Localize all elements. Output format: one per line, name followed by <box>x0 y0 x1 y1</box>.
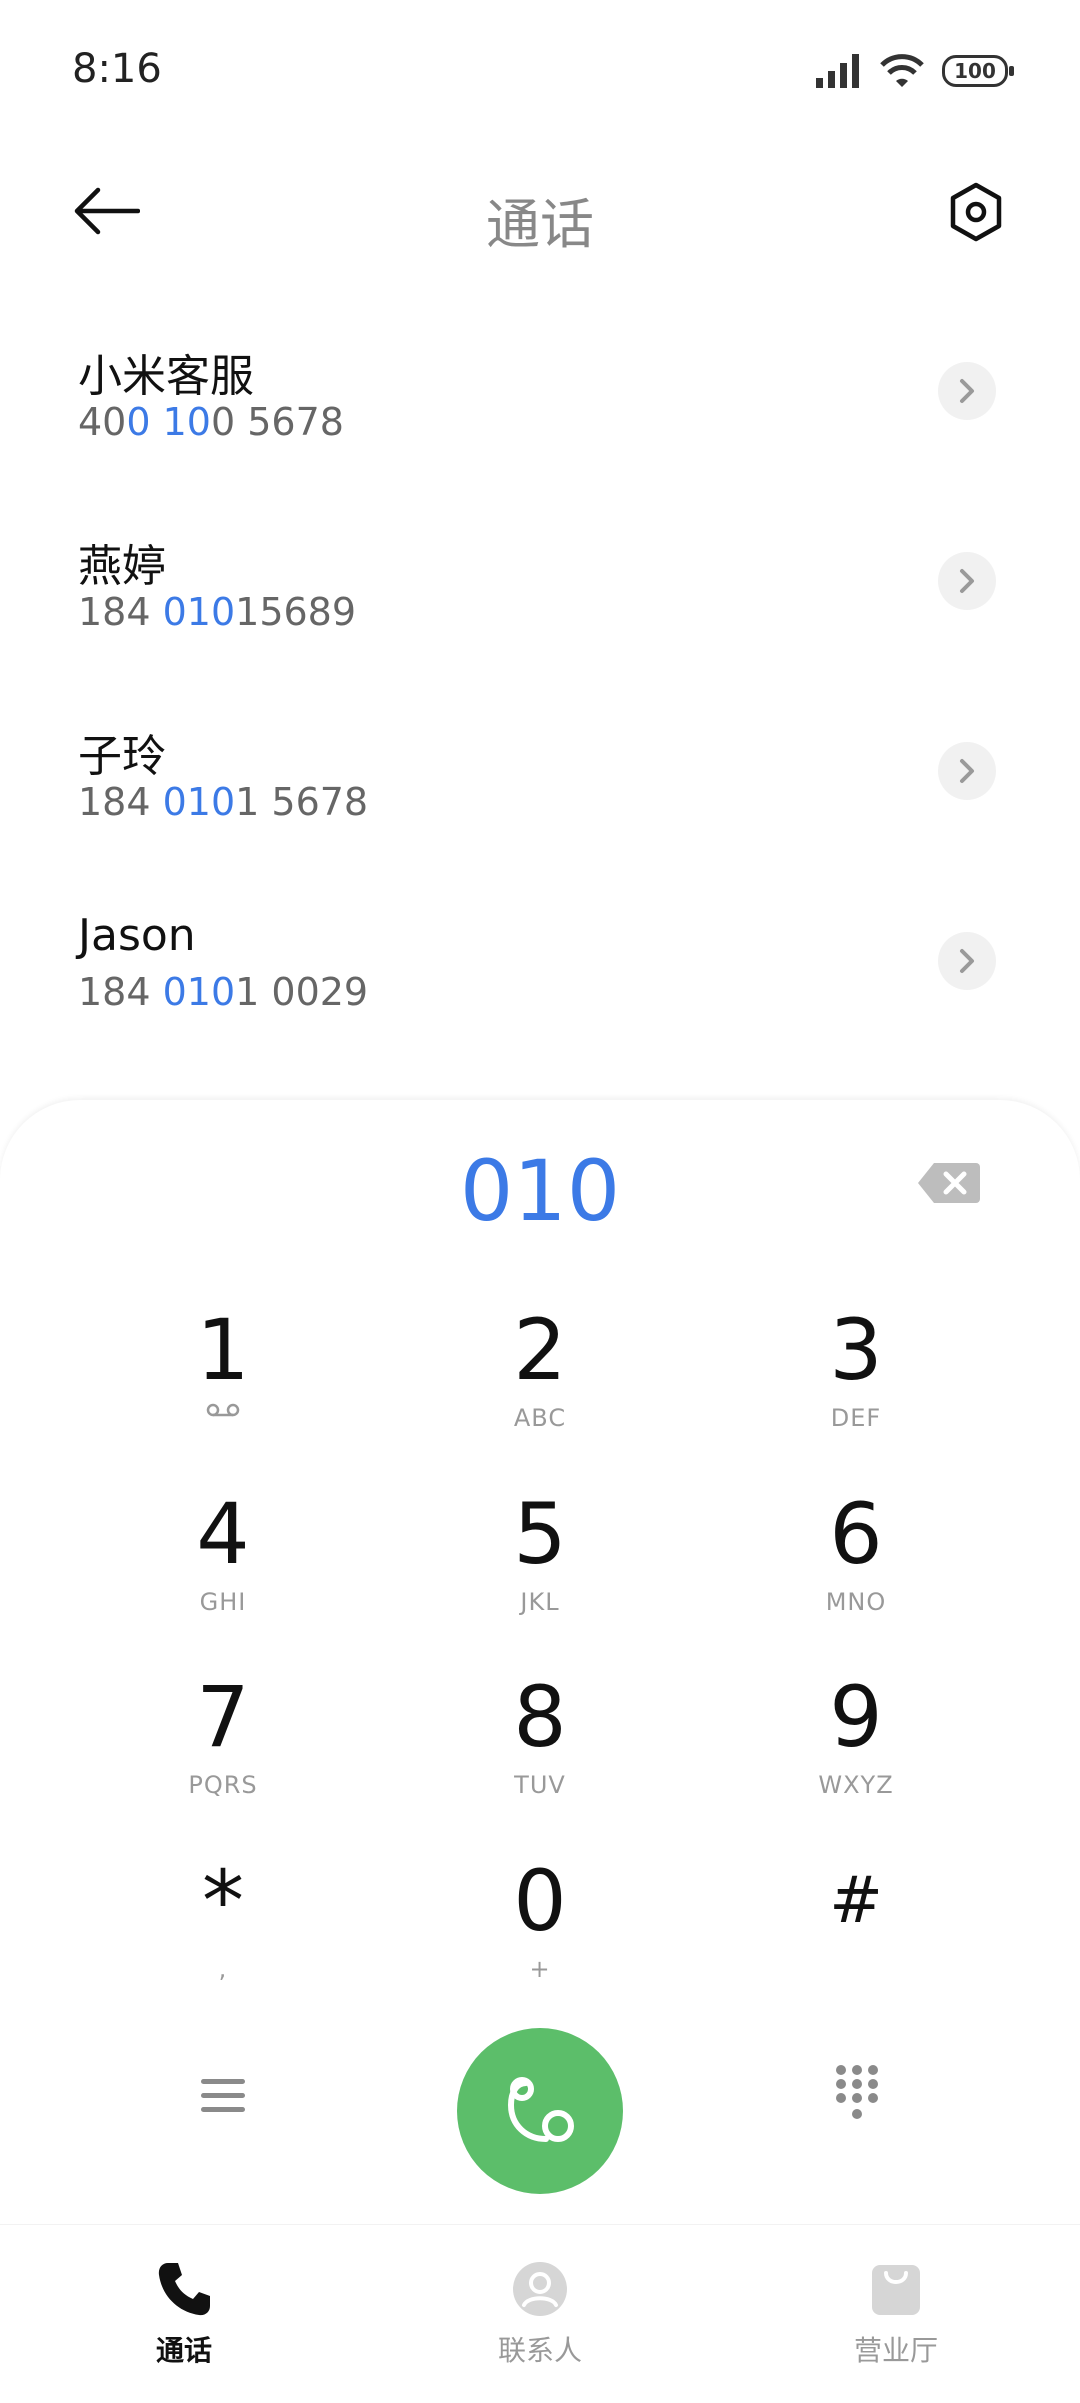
key-letters: ABC <box>513 1404 567 1432</box>
key-digit: 0 <box>513 1852 567 1950</box>
contact-row[interactable]: Jason 184 0101 0029 <box>0 870 1080 1060</box>
contact-detail-button[interactable] <box>938 362 996 420</box>
contact-suggestions-list: 小米客服 400 100 5678 燕婷 184 01015689 子玲 184… <box>0 300 1080 1060</box>
menu-icon <box>201 2079 245 2112</box>
bottom-navigation: 通话 联系人 营业厅 <box>0 2224 1080 2403</box>
key-digit: * <box>202 1852 244 1950</box>
key-digit: 5 <box>513 1485 567 1583</box>
status-time: 8:16 <box>72 46 162 92</box>
key-letters: , <box>218 1955 228 1983</box>
dialer-panel: 010 1 2 ABC 3 DEF 4 GHI 5 JKL 6 MNO 7 PQ… <box>0 1100 1080 2224</box>
key-letters: JKL <box>520 1588 560 1616</box>
key-7[interactable]: 7 PQRS <box>113 1667 333 1837</box>
menu-button[interactable] <box>195 2068 251 2124</box>
key-6[interactable]: 6 MNO <box>746 1484 966 1654</box>
contact-name: 燕婷 <box>78 541 166 592</box>
key-letters: TUV <box>514 1771 566 1799</box>
nav-tab-contacts[interactable]: 联系人 <box>440 2259 640 2369</box>
chevron-right-icon <box>960 569 974 593</box>
signal-icon <box>816 54 859 88</box>
contact-detail-button[interactable] <box>938 552 996 610</box>
contact-row[interactable]: 燕婷 184 01015689 <box>0 490 1080 680</box>
key-digit: 6 <box>829 1485 883 1583</box>
key-letters: PQRS <box>188 1771 258 1799</box>
nav-label: 通话 <box>155 2334 212 2367</box>
contact-detail-button[interactable] <box>938 742 996 800</box>
key-letters: + <box>529 1955 551 1983</box>
phone-icon <box>158 2263 210 2316</box>
contact-number: 184 0101 5678 <box>78 780 369 824</box>
key-letters: MNO <box>825 1588 887 1616</box>
contact-number: 184 0101 0029 <box>78 970 369 1014</box>
key-hash[interactable]: # <box>746 1851 966 2021</box>
contact-number: 184 01015689 <box>78 590 357 634</box>
key-9[interactable]: 9 WXYZ <box>746 1667 966 1837</box>
key-0[interactable]: 0 + <box>430 1851 650 2021</box>
shopping-bag-icon <box>872 2265 920 2315</box>
key-digit: 8 <box>513 1668 567 1766</box>
key-2[interactable]: 2 ABC <box>430 1300 650 1470</box>
nav-label: 营业厅 <box>853 2334 938 2367</box>
contact-name: 小米客服 <box>78 351 254 402</box>
page-title: 通话 <box>486 193 594 256</box>
key-star[interactable]: * , <box>113 1851 333 2021</box>
key-digit: 2 <box>513 1301 567 1399</box>
key-digit: 7 <box>196 1668 250 1766</box>
contact-detail-button[interactable] <box>938 932 996 990</box>
backspace-icon <box>918 1163 980 1203</box>
key-1[interactable]: 1 <box>113 1300 333 1470</box>
key-digit: 1 <box>196 1301 250 1399</box>
chevron-right-icon <box>960 949 974 973</box>
nav-tab-calls[interactable]: 通话 <box>84 2259 284 2369</box>
key-digit: # <box>829 1864 883 1938</box>
key-letters: DEF <box>830 1404 882 1432</box>
delete-digit-button[interactable] <box>914 1158 984 1208</box>
key-letters: WXYZ <box>818 1771 894 1799</box>
dialer-actions <box>0 2028 1080 2208</box>
nav-label: 联系人 <box>497 2334 582 2367</box>
contact-row[interactable]: 子玲 184 0101 5678 <box>0 680 1080 870</box>
key-digit: 4 <box>196 1485 250 1583</box>
call-button[interactable] <box>457 2028 623 2194</box>
key-8[interactable]: 8 TUV <box>430 1667 650 1837</box>
contact-name: 子玲 <box>78 731 166 782</box>
key-4[interactable]: 4 GHI <box>113 1484 333 1654</box>
status-bar: 8:16 100 <box>0 0 1080 150</box>
wifi-icon <box>880 54 924 87</box>
contact-row[interactable]: 小米客服 400 100 5678 <box>0 300 1080 490</box>
battery-icon: 100 <box>942 55 1014 87</box>
dialpad-icon <box>836 2065 878 2119</box>
key-digit: 9 <box>829 1668 883 1766</box>
nav-tab-store[interactable]: 营业厅 <box>796 2259 996 2369</box>
keypad-toggle-button[interactable] <box>829 2058 885 2128</box>
chevron-right-icon <box>960 379 974 403</box>
key-digit: 3 <box>829 1301 883 1399</box>
settings-button[interactable] <box>944 180 1008 244</box>
key-3[interactable]: 3 DEF <box>746 1300 966 1470</box>
key-5[interactable]: 5 JKL <box>430 1484 650 1654</box>
phone-call-icon <box>507 2077 574 2142</box>
contacts-person-icon <box>513 2262 567 2316</box>
header: 通话 <box>0 150 1080 270</box>
contact-name: Jason <box>78 910 196 961</box>
contact-number: 400 100 5678 <box>78 400 344 444</box>
settings-hexagon-icon <box>950 182 1002 242</box>
voicemail-icon <box>206 1403 240 1417</box>
status-icons: 100 <box>816 54 1014 88</box>
key-letters: GHI <box>199 1588 247 1616</box>
chevron-right-icon <box>960 759 974 783</box>
